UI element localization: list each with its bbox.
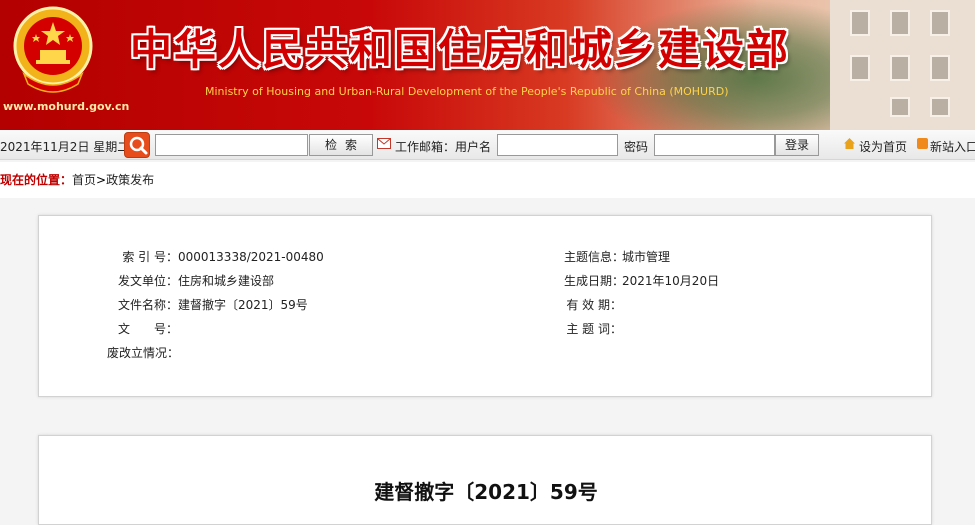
info-topic-value: 城市管理 xyxy=(622,250,671,264)
document-info-panel: 索 引 号：000013338/2021-00480 发文单位：住房和城乡建设部… xyxy=(38,215,932,397)
national-emblem-icon xyxy=(13,6,93,93)
banner-title: 中华人民共和国住房和城乡建设部 xyxy=(130,25,791,74)
info-status: 废改立情况： xyxy=(107,344,180,361)
info-topic-label: 主题信息： xyxy=(564,250,625,264)
info-docname-label: 文件名称： xyxy=(117,298,178,312)
info-date-label: 生成日期： xyxy=(564,274,625,288)
set-homepage-link[interactable]: 设为首页 xyxy=(859,138,907,155)
breadcrumb-separator: > xyxy=(96,173,107,187)
current-date: 2021年11月2日 星期二 xyxy=(0,140,130,154)
info-topic: 主题信息：城市管理 xyxy=(564,248,670,265)
info-docname-value: 建督撤字〔2021〕59号 xyxy=(178,298,308,312)
info-index-label: 索 引 号： xyxy=(122,250,178,264)
password-input[interactable] xyxy=(654,134,775,156)
info-valid: 有 效 期： xyxy=(564,296,622,313)
banner-building xyxy=(830,0,975,130)
info-issuer: 发文单位：住房和城乡建设部 xyxy=(107,272,274,289)
info-index: 索 引 号：000013338/2021-00480 xyxy=(107,248,324,265)
breadcrumb-home[interactable]: 首页 xyxy=(72,173,96,187)
info-issuer-label: 发文单位： xyxy=(117,274,178,288)
info-docno-label: 文 号： xyxy=(117,322,178,336)
search-button[interactable]: 检索 xyxy=(309,134,373,156)
new-site-entry-link[interactable]: 新站入口 xyxy=(930,138,975,155)
info-issuer-value: 住房和城乡建设部 xyxy=(178,274,275,288)
breadcrumb: 现在的位置：首页>政策发布 xyxy=(0,162,975,198)
breadcrumb-label: 现在的位置： xyxy=(0,173,73,187)
info-valid-label: 有 效 期： xyxy=(566,298,622,312)
info-docno: 文 号： xyxy=(107,320,178,337)
info-date: 生成日期：2021年10月20日 xyxy=(564,272,719,289)
site-url: www.mohurd.gov.cn xyxy=(3,100,130,113)
info-index-value: 000013338/2021-00480 xyxy=(178,250,324,264)
info-keywords: 主 题 词： xyxy=(564,320,622,337)
banner-subtitle: Ministry of Housing and Urban-Rural Deve… xyxy=(205,85,729,98)
home-icon xyxy=(844,138,855,149)
site-banner: www.mohurd.gov.cn 中华人民共和国住房和城乡建设部 Minist… xyxy=(0,0,975,130)
breadcrumb-current[interactable]: 政策发布 xyxy=(106,173,154,187)
info-status-label: 废改立情况： xyxy=(107,346,180,360)
document-title: 建督撤字〔2021〕59号 xyxy=(374,480,598,504)
rss-icon xyxy=(917,138,928,149)
mail-username-label: 工作邮箱：用户名 xyxy=(395,140,492,154)
top-toolbar: 2021年11月2日 星期二 检索 工作邮箱：用户名 密码 登录 设为首页 新站… xyxy=(0,130,975,160)
password-label: 密码 xyxy=(624,140,649,154)
search-icon[interactable] xyxy=(124,132,150,158)
username-input[interactable] xyxy=(497,134,618,156)
info-docname: 文件名称：建督撤字〔2021〕59号 xyxy=(107,296,308,313)
search-input[interactable] xyxy=(155,134,308,156)
login-button[interactable]: 登录 xyxy=(775,134,819,156)
info-date-value: 2021年10月20日 xyxy=(622,274,720,288)
mail-icon xyxy=(377,138,391,149)
info-keywords-label: 主 题 词： xyxy=(566,322,622,336)
